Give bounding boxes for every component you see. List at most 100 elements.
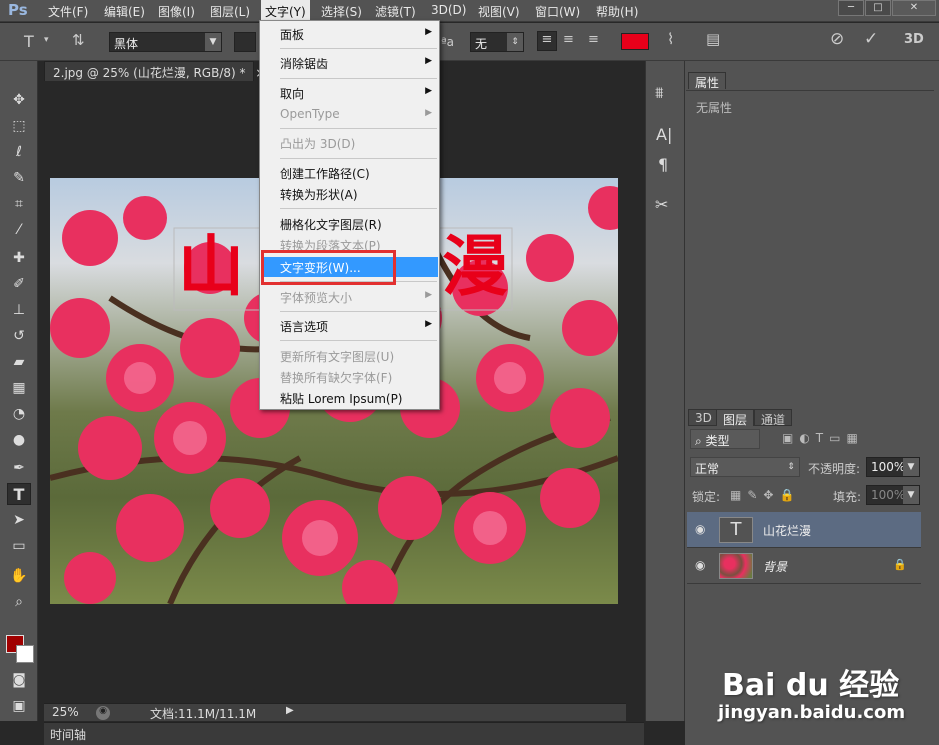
align-right-icon[interactable]: ≡ <box>588 32 599 47</box>
blur-tool-icon[interactable]: ◔ <box>7 403 31 425</box>
menu-image[interactable]: 图像(I) <box>158 3 195 20</box>
menu-item-convert-to-shape[interactable]: 转换为形状(A) <box>261 184 438 204</box>
menu-item-update-text-layers[interactable]: 更新所有文字图层(U) <box>261 346 438 366</box>
menu-view[interactable]: 视图(V) <box>478 3 520 20</box>
opacity-input[interactable]: 100% ▼ <box>866 457 920 477</box>
background-color-swatch[interactable] <box>16 645 34 663</box>
menu-item-label: 消除锯齿 <box>280 57 329 71</box>
menu-item-label: 取向 <box>280 87 305 101</box>
font-family-select[interactable]: 黑体 ▼ <box>109 32 222 52</box>
fill-label: 填充: <box>833 490 862 504</box>
menu-separator <box>280 78 437 79</box>
maximize-button[interactable]: □ <box>865 0 891 16</box>
zoom-level[interactable]: 25% <box>52 705 79 719</box>
pen-tool-icon[interactable]: ✒ <box>7 457 31 479</box>
layer-filter-value: 类型 <box>705 434 730 448</box>
blend-mode-select[interactable]: 正常 ⇕ <box>690 457 800 477</box>
layer-filter-select[interactable]: ⌕ 类型 <box>690 429 760 449</box>
menu-window[interactable]: 窗口(W) <box>535 3 580 20</box>
commit-check-icon[interactable]: ✓ <box>864 29 878 49</box>
menu-filter[interactable]: 滤镜(T) <box>375 3 416 20</box>
document-tab[interactable]: 2.jpg @ 25% (山花烂漫, RGB/8) * × <box>44 61 265 81</box>
layer-name[interactable]: 背景 <box>763 558 787 575</box>
align-left-icon[interactable]: ≡ <box>537 31 557 51</box>
menu-item-rasterize[interactable]: 栅格化文字图层(R) <box>261 214 438 234</box>
clone-stamp-tool-icon[interactable]: ⊥ <box>7 299 31 321</box>
antialias-icon: ªa <box>441 35 455 49</box>
menu-type[interactable]: 文字(Y) <box>261 0 310 22</box>
healing-brush-tool-icon[interactable]: ✚ <box>7 247 31 269</box>
font-style-select[interactable] <box>234 32 256 52</box>
3d-button[interactable]: 3D <box>904 32 924 47</box>
eyedropper-tool-icon[interactable]: ⁄ <box>7 219 31 241</box>
quick-select-tool-icon[interactable]: ✎ <box>7 167 31 189</box>
menu-select[interactable]: 选择(S) <box>321 3 362 20</box>
eye-icon[interactable]: ◉ <box>695 558 705 572</box>
layer-filter-icons[interactable]: ▣◐T▭▦ <box>782 431 864 445</box>
chevron-down-icon: ▼ <box>903 458 919 476</box>
chevron-down-icon[interactable]: ▾ <box>44 35 49 45</box>
type-tool-icon[interactable]: T <box>7 483 31 505</box>
hand-tool-icon[interactable]: ✋ <box>7 565 31 587</box>
menu-item-create-work-path[interactable]: 创建工作路径(C) <box>261 163 438 183</box>
menu-item-opentype[interactable]: OpenType ▶ <box>261 105 438 125</box>
play-arrow-icon[interactable]: ▶ <box>286 705 294 716</box>
character-panel-icon[interactable]: A| <box>656 125 672 144</box>
cancel-icon[interactable]: ⊘ <box>830 29 844 49</box>
menu-file[interactable]: 文件(F) <box>48 3 88 20</box>
screen-mode-icon[interactable]: ▣ <box>7 695 31 717</box>
minimize-button[interactable]: ─ <box>838 0 864 16</box>
timeline-label[interactable]: 时间轴 <box>50 728 86 742</box>
menu-item-replace-missing-fonts[interactable]: 替换所有缺欠字体(F) <box>261 367 438 387</box>
layer-row-text[interactable]: ◉ T 山花烂漫 <box>687 512 921 548</box>
character-panel-icon[interactable]: ▤ <box>706 30 720 48</box>
menu-item-paste-lorem-ipsum[interactable]: 粘贴 Lorem Ipsum(P) <box>261 388 438 408</box>
menu-help[interactable]: 帮助(H) <box>596 3 638 20</box>
tab-layers[interactable]: 图层 <box>716 409 755 427</box>
crop-tool-icon[interactable]: ⌗ <box>7 193 31 215</box>
dodge-tool-icon[interactable]: ● <box>7 429 31 451</box>
toggle-text-orientation-icon[interactable]: ⇅ <box>72 31 85 49</box>
menu-item-orientation[interactable]: 取向 ▶ <box>261 83 438 103</box>
tab-properties[interactable]: 属性 <box>688 72 727 90</box>
fill-input[interactable]: 100% ▼ <box>866 485 920 505</box>
status-info-icon[interactable]: ◉ <box>96 706 110 720</box>
menu-edit[interactable]: 编辑(E) <box>104 3 145 20</box>
quick-mask-icon[interactable]: ◙ <box>7 669 31 691</box>
zoom-tool-icon[interactable]: ⌕ <box>7 591 31 613</box>
menu-layer[interactable]: 图层(L) <box>210 3 250 20</box>
eraser-tool-icon[interactable]: ▰ <box>7 351 31 373</box>
text-color-swatch[interactable] <box>621 33 649 50</box>
layer-row-background[interactable]: ◉ 背景 🔒 <box>687 548 921 584</box>
menu-3d[interactable]: 3D(D) <box>431 3 466 17</box>
menu-item-language-options[interactable]: 语言选项 ▶ <box>261 316 438 336</box>
warp-text-icon[interactable]: ⌇ <box>667 30 674 48</box>
tab-3d[interactable]: 3D <box>688 409 719 426</box>
path-select-tool-icon[interactable]: ➤ <box>7 509 31 531</box>
photoshop-logo: Ps <box>8 1 28 19</box>
history-brush-tool-icon[interactable]: ↺ <box>7 325 31 347</box>
move-tool-icon[interactable]: ✥ <box>7 89 31 111</box>
history-panel-icon[interactable]: ⩩ <box>655 83 664 103</box>
submenu-arrow-icon: ▶ <box>425 290 432 300</box>
menu-item-antialias[interactable]: 消除锯齿 ▶ <box>261 53 438 73</box>
antialias-select[interactable]: 无 ⇕ <box>470 32 524 52</box>
gradient-tool-icon[interactable]: ▦ <box>7 377 31 399</box>
menu-item-font-preview-size[interactable]: 字体预览大小 ▶ <box>261 287 438 307</box>
lock-options-icons[interactable]: ▦✎✥🔒 <box>730 488 800 502</box>
tool-presets-icon[interactable]: ✂ <box>655 195 668 214</box>
lasso-tool-icon[interactable]: ℓ <box>7 141 31 163</box>
rectangle-tool-icon[interactable]: ▭ <box>7 535 31 557</box>
marquee-tool-icon[interactable]: ⬚ <box>7 115 31 137</box>
tab-channels[interactable]: 通道 <box>754 409 793 427</box>
eye-icon[interactable]: ◉ <box>695 522 705 536</box>
font-family-value: 黑体 <box>114 37 139 51</box>
menu-item-extrude-3d[interactable]: 凸出为 3D(D) <box>261 133 438 153</box>
brush-tool-icon[interactable]: ✐ <box>7 273 31 295</box>
menu-item-panel[interactable]: 面板 ▶ <box>261 24 438 44</box>
layer-name[interactable]: 山花烂漫 <box>763 522 811 539</box>
type-tool-preset-icon[interactable]: T <box>24 32 34 51</box>
align-center-icon[interactable]: ≡ <box>563 32 574 47</box>
close-window-button[interactable]: ✕ <box>892 0 936 16</box>
paragraph-panel-icon[interactable]: ¶ <box>658 155 668 174</box>
